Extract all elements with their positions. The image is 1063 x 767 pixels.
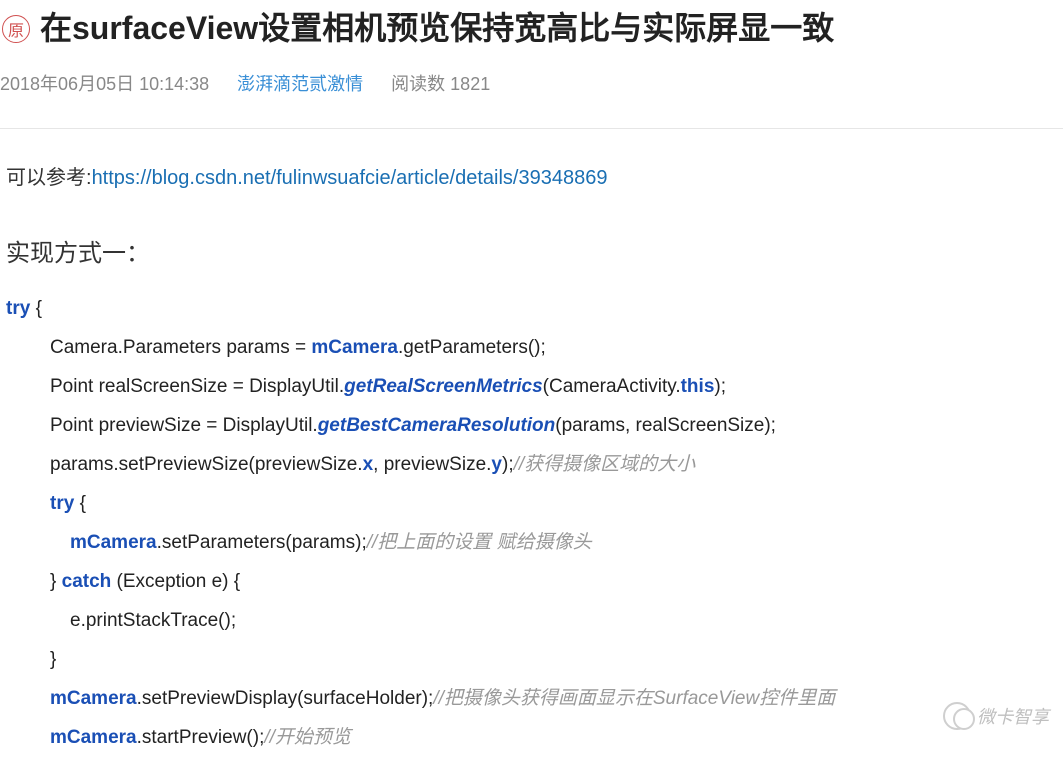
reference-prefix: 可以参考: [6,167,92,189]
code-line: mCamera.setPreviewDisplay(surfaceHolder)… [6,680,1057,719]
code-text: (params, realScreenSize); [555,415,776,436]
code-block: try { Camera.Parameters params = mCamera… [6,290,1057,757]
code-line: } catch (Exception e) { [6,563,1057,602]
keyword-try: try [50,493,74,514]
code-line: try { [6,485,1057,524]
code-line: try { [6,290,1057,329]
article-content: 可以参考:https://blog.csdn.net/fulinwsuafcie… [0,129,1063,767]
code-line: Camera.Parameters params = mCamera.getPa… [6,329,1057,368]
code-text: Point realScreenSize = DisplayUtil. [50,376,344,397]
code-text: .startPreview(); [137,727,265,748]
code-text: e.printStackTrace(); [70,610,236,631]
code-line: Point realScreenSize = DisplayUtil.getRe… [6,368,1057,407]
code-text: (CameraActivity. [543,376,681,397]
field-x: x [363,454,374,475]
method: getBestCameraResolution [318,415,556,436]
publish-date: 2018年06月05日 10:14:38 [0,70,209,96]
code-text: .setPreviewDisplay(surfaceHolder); [137,688,434,709]
code-text: , previewSize. [373,454,491,475]
reads: 阅读数 1821 [391,70,490,96]
code-line: e.printStackTrace(); [6,602,1057,641]
code-line: Point previewSize = DisplayUtil.getBestC… [6,407,1057,446]
code-line: } [6,641,1057,680]
article-header: 原 在surfaceView设置相机预览保持宽高比与实际屏显一致 2018年06… [0,0,1063,108]
reference-line: 可以参考:https://blog.csdn.net/fulinwsuafcie… [6,159,1057,197]
meta-row: 2018年06月05日 10:14:38 澎湃滴范贰激情 阅读数 1821 [0,70,1063,96]
code-line: mCamera.setParameters(params);//把上面的设置 赋… [6,524,1057,563]
title-row: 原 在surfaceView设置相机预览保持宽高比与实际屏显一致 [0,8,1063,50]
comment: //开始预览 [264,727,351,748]
code-text: ); [502,454,514,475]
comment: //把上面的设置 赋给摄像头 [367,532,592,553]
field-mcamera: mCamera [311,337,398,358]
brace: { [74,493,86,514]
code-text: Point previewSize = DisplayUtil. [50,415,318,436]
method: getRealScreenMetrics [344,376,543,397]
brace: } [50,649,56,670]
reads-label: 阅读数 [391,74,445,94]
article-title: 在surfaceView设置相机预览保持宽高比与实际屏显一致 [40,8,834,50]
code-text: params.setPreviewSize(previewSize. [50,454,363,475]
section-heading: 实现方式一： [6,231,1057,277]
keyword-this: this [681,376,715,397]
comment: //把摄像头获得画面显示在SurfaceView控件里面 [433,688,835,709]
code-line: params.setPreviewSize(previewSize.x, pre… [6,446,1057,485]
comment: //获得摄像区域的大小 [514,454,696,475]
code-line: mCamera.startPreview();//开始预览 [6,719,1057,758]
reference-link[interactable]: https://blog.csdn.net/fulinwsuafcie/arti… [92,167,608,189]
brace: { [30,298,42,319]
field-mcamera: mCamera [70,532,157,553]
code-text: ); [714,376,726,397]
code-text: (Exception e) { [111,571,240,592]
keyword-catch: catch [62,571,112,592]
keyword-try: try [6,298,30,319]
original-badge: 原 [2,15,30,43]
field-mcamera: mCamera [50,727,137,748]
code-text: .getParameters(); [398,337,546,358]
field-y: y [491,454,502,475]
author-link[interactable]: 澎湃滴范贰激情 [237,70,363,96]
code-text: Camera.Parameters params = [50,337,311,358]
code-text: } [50,571,62,592]
reads-count: 1821 [450,74,490,94]
code-text: .setParameters(params); [157,532,367,553]
field-mcamera: mCamera [50,688,137,709]
